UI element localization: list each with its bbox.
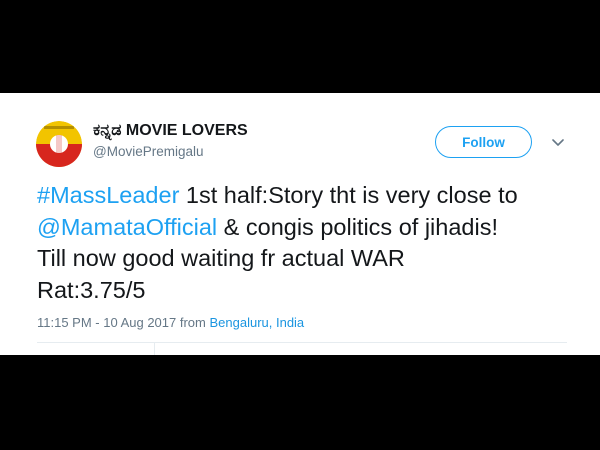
location-link[interactable]: Bengaluru, India <box>209 315 304 330</box>
tweet-line-3: Till now good waiting fr actual WAR <box>37 245 405 271</box>
liker-avatar[interactable] <box>167 353 191 355</box>
chevron-down-icon[interactable] <box>552 139 564 147</box>
stats-divider <box>154 343 155 355</box>
tweet-line-2-text: & congis politics of jihadis! <box>217 213 498 240</box>
tweet-text: #MassLeader 1st half:Story tht is very c… <box>37 180 577 306</box>
bottom-divider <box>37 342 567 343</box>
tweet-line-4: Rat:3.75/5 <box>37 276 146 303</box>
author-handle[interactable]: @MoviePremigalu <box>93 144 204 159</box>
liker-avatar[interactable] <box>193 353 217 355</box>
tweet-line-1-text: 1st half:Story tht is very close to <box>179 182 518 208</box>
tweet-line-1: #MassLeader 1st half:Story tht is very c… <box>37 180 577 212</box>
author-name[interactable]: ಕನ್ನಡ MOVIE LOVERS <box>93 122 248 140</box>
tweet-meta: 11:15 PM - 10 Aug 2017 from Bengaluru, I… <box>37 315 304 330</box>
tweet-card: ಕನ್ನಡ MOVIE LOVERS @MoviePremigalu Follo… <box>0 93 600 355</box>
author-avatar[interactable] <box>36 121 82 167</box>
kannada-flag-logo-icon <box>36 121 82 167</box>
tweet-line-2: @MamataOfficial & congis politics of jih… <box>37 212 577 244</box>
from-prefix: from <box>176 315 210 330</box>
follow-button[interactable]: Follow <box>435 126 532 158</box>
screen: ಕನ್ನಡ MOVIE LOVERS @MoviePremigalu Follo… <box>0 0 600 450</box>
hashtag-link[interactable]: #MassLeader <box>37 182 179 208</box>
timestamp[interactable]: 11:15 PM - 10 Aug 2017 <box>37 315 176 330</box>
mention-link[interactable]: @MamataOfficial <box>37 214 217 240</box>
